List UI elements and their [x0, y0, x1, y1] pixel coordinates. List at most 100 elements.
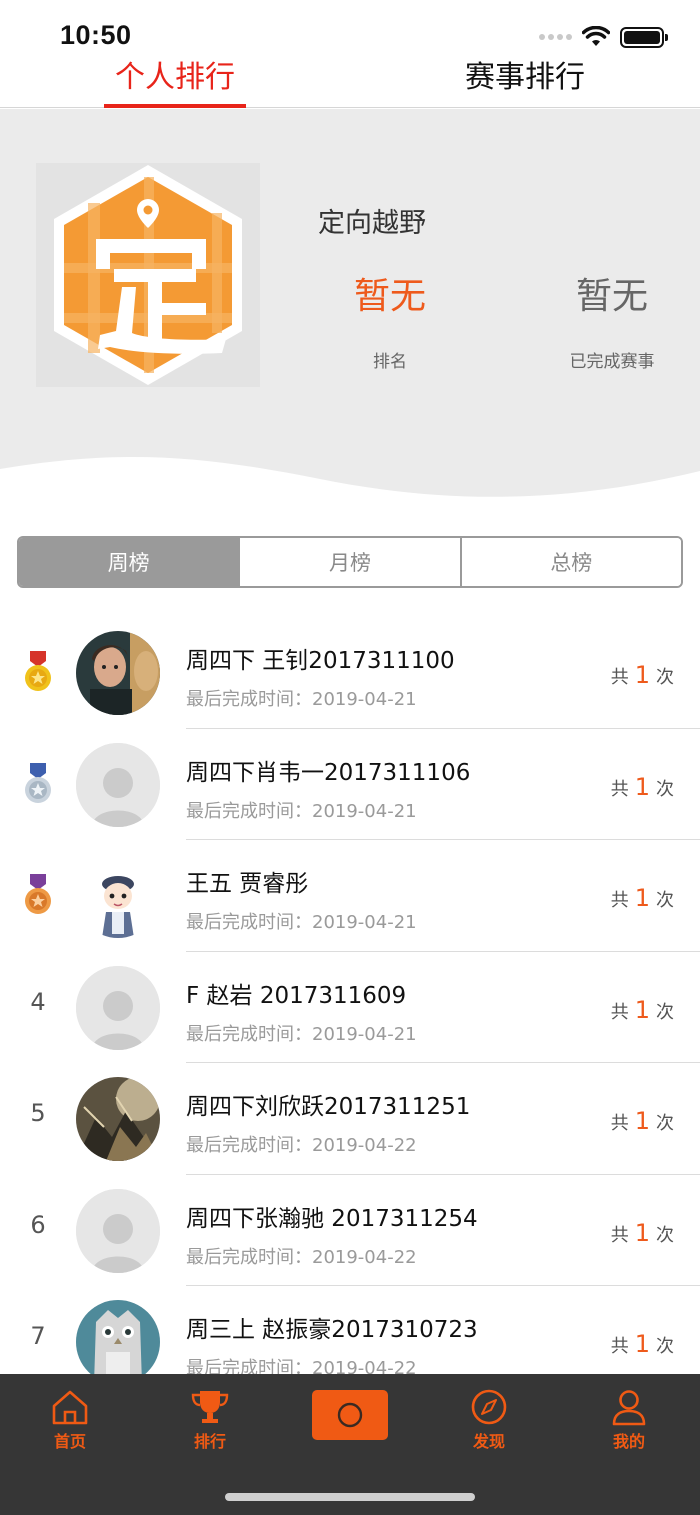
avatar[interactable]: [76, 1300, 160, 1375]
ranking-list: 周四下 王钊2017311100 最后完成时间：2019-04-21 共 1 次…: [0, 617, 700, 1375]
silver-medal-icon: [25, 762, 51, 803]
participant-name: 周四下刘欣跃2017311251: [186, 1094, 471, 1120]
count-prefix: 共: [610, 778, 629, 800]
ranking-type-tabs: 个人排行 赛事排行: [0, 48, 700, 108]
count-suffix: 次: [656, 1001, 674, 1023]
count-value: 1: [634, 1218, 650, 1247]
count-value: 1: [634, 661, 650, 689]
wifi-icon: [582, 26, 610, 46]
count-suffix: 次: [656, 1336, 674, 1357]
list-item[interactable]: 5 周四下刘欣跃2017311251 最后完成时间：2019-04-22 共 1…: [0, 1063, 700, 1175]
count-prefix: 共: [610, 1224, 629, 1246]
count-value: 1: [634, 995, 650, 1024]
event-name: 定向越野: [318, 208, 426, 239]
home-indicator: [225, 1493, 475, 1501]
count-suffix: 次: [656, 667, 674, 688]
user-icon: [612, 1390, 646, 1426]
count-value: 1: [634, 1107, 650, 1135]
orienteering-logo-icon: [54, 165, 242, 385]
last-completed-time: 最后完成时间：2019-04-21: [186, 689, 417, 710]
count-suffix: 次: [656, 1113, 674, 1134]
trophy-icon: [191, 1391, 229, 1423]
header-wave-divider: [0, 456, 700, 509]
avatar[interactable]: [76, 1077, 160, 1161]
participant-name: F 赵岩 2017311609: [186, 982, 407, 1009]
nav-mine[interactable]: 我的: [579, 1388, 679, 1452]
last-completed-time: 最后完成时间：2019-04-22: [186, 1246, 417, 1268]
status-icons: [539, 26, 668, 48]
event-logo: [36, 163, 260, 387]
event-summary-header: 定向越野 暂无 排名 暂无 已完成赛事: [0, 109, 700, 509]
nav-rank-label: 排行: [193, 1432, 226, 1451]
rank-number: 4: [30, 987, 46, 1016]
rank-number: 7: [30, 1322, 46, 1350]
count-value: 1: [634, 884, 650, 912]
last-completed-time: 最后完成时间：2019-04-21: [186, 800, 417, 822]
participant-name: 周三上 赵振豪2017310723: [186, 1317, 478, 1343]
bronze-medal-icon: [25, 874, 51, 914]
completion-count: 共 1 次: [611, 661, 674, 689]
avatar[interactable]: [76, 965, 160, 1050]
owl-icon: [76, 1300, 160, 1375]
list-item[interactable]: 周四下肖韦一2017311106 最后完成时间：2019-04-21 共 1 次: [0, 729, 700, 840]
nav-discover[interactable]: 发现: [439, 1388, 539, 1452]
photo-man-icon: [76, 631, 160, 715]
status-time: 10:50: [60, 20, 132, 50]
count-suffix: 次: [656, 890, 674, 911]
cartoon-boy-icon: [76, 854, 160, 938]
battery-icon: [620, 26, 668, 48]
list-item[interactable]: 周四下 王钊2017311100 最后完成时间：2019-04-21 共 1 次: [0, 617, 700, 729]
completion-count: 共 1 次: [611, 1107, 674, 1135]
default-user-icon: [76, 1188, 160, 1273]
completion-count: 共 1 次: [611, 1330, 674, 1358]
avatar[interactable]: [76, 631, 160, 715]
rank-value: 暂无: [353, 276, 426, 317]
completed-events-stat: 暂无 已完成赛事: [532, 275, 692, 372]
last-completed-time: 最后完成时间：2019-04-22: [186, 1135, 417, 1156]
completed-events-value: 暂无: [575, 276, 648, 317]
signal-icon: [539, 34, 572, 40]
rank-stat: 暂无 排名: [310, 275, 470, 372]
segment-monthly[interactable]: 月榜: [240, 538, 462, 586]
rank-number: 6: [30, 1210, 46, 1239]
avatar[interactable]: [76, 854, 160, 938]
last-completed-time: 最后完成时间：2019-04-22: [186, 1358, 417, 1375]
list-item[interactable]: 7 周三上 赵振豪2017310723 最后完成时间：2019-04-22 共 …: [0, 1286, 700, 1375]
count-suffix: 次: [656, 778, 674, 800]
default-user-icon: [76, 965, 160, 1050]
completed-events-label: 已完成赛事: [569, 352, 655, 372]
nav-discover-label: 发现: [472, 1432, 505, 1451]
avatar[interactable]: [76, 742, 160, 827]
nav-home[interactable]: 首页: [20, 1388, 120, 1452]
compass-icon: [471, 1389, 507, 1425]
period-segmented-control: 周榜 月榜 总榜: [17, 536, 683, 588]
list-item[interactable]: 4 F 赵岩 2017311609 最后完成时间：2019-04-21 共 1 …: [0, 952, 700, 1063]
participant-name: 周四下肖韦一2017311106: [186, 759, 471, 786]
rank-label: 排名: [373, 352, 407, 372]
participant-name: 周四下张瀚驰 2017311254: [186, 1205, 478, 1232]
list-item[interactable]: 王五 贾睿彤 最后完成时间：2019-04-21 共 1 次: [0, 840, 700, 952]
list-item[interactable]: 6 周四下张瀚驰 2017311254 最后完成时间：2019-04-22 共 …: [0, 1175, 700, 1286]
gold-medal-icon: [25, 651, 51, 691]
count-prefix: 共: [610, 1113, 629, 1134]
camera-lens-icon: [337, 1402, 363, 1428]
nav-home-label: 首页: [53, 1432, 86, 1451]
last-completed-time: 最后完成时间：2019-04-21: [186, 1023, 417, 1045]
last-completed-time: 最后完成时间：2019-04-21: [186, 912, 417, 933]
avatar[interactable]: [76, 1188, 160, 1273]
camera-button[interactable]: [312, 1390, 388, 1440]
default-user-icon: [76, 742, 160, 827]
rank-number: 5: [30, 1099, 46, 1127]
count-prefix: 共: [610, 1336, 629, 1357]
nav-mine-label: 我的: [612, 1432, 645, 1451]
count-prefix: 共: [610, 1001, 629, 1023]
nav-rank[interactable]: 排行: [160, 1388, 260, 1452]
completion-count: 共 1 次: [611, 996, 674, 1024]
bottom-tab-bar: 首页 排行 发现 我的: [0, 1374, 700, 1515]
segment-total[interactable]: 总榜: [461, 538, 681, 586]
segment-weekly[interactable]: 周榜: [19, 538, 241, 586]
completion-count: 共 1 次: [611, 773, 674, 801]
tab-personal-ranking[interactable]: 个人排行: [104, 52, 246, 108]
photo-scene-icon: [76, 1077, 160, 1161]
tab-event-ranking[interactable]: 赛事排行: [450, 52, 600, 108]
